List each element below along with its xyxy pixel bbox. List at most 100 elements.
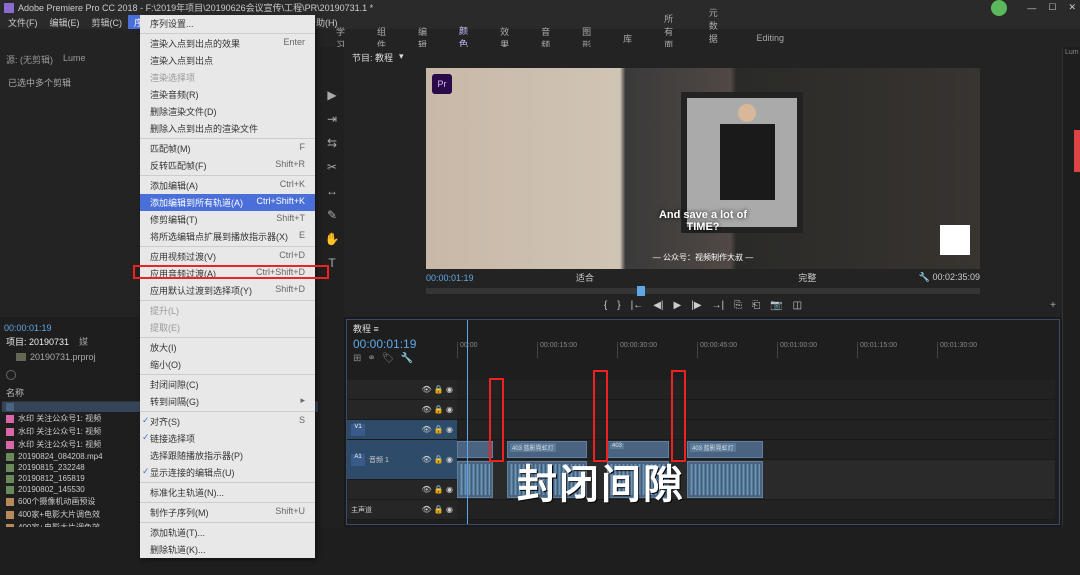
menu-item[interactable]: 删除轨道(K)... bbox=[140, 541, 315, 558]
menu-item[interactable]: 修剪编辑(T)Shift+T bbox=[140, 211, 315, 228]
menu-0[interactable]: 文件(F) bbox=[2, 15, 44, 29]
source-title[interactable]: 源: (无剪辑) bbox=[6, 53, 53, 66]
ruler-tick: 00:01:00:00 bbox=[777, 342, 857, 358]
lumetri-tab[interactable]: Lume bbox=[63, 53, 86, 66]
sequence-tab[interactable]: 教程 bbox=[353, 324, 371, 334]
program-tc-right: 00:02:35:09 bbox=[932, 272, 980, 282]
search-icon[interactable] bbox=[6, 370, 16, 380]
video-clip[interactable] bbox=[457, 441, 493, 458]
marker-icon[interactable]: 🏷 bbox=[382, 353, 395, 364]
link-icon[interactable]: ⚭ bbox=[367, 353, 375, 364]
menu-item[interactable]: 序列设置... bbox=[140, 15, 315, 32]
gap-highlight bbox=[593, 370, 608, 462]
menu-item: 渲染选择项 bbox=[140, 69, 315, 86]
type-tool-icon[interactable]: T bbox=[324, 255, 340, 271]
menu-item[interactable]: 添加编辑到所有轨道(A)Ctrl+Shift+K bbox=[140, 194, 315, 211]
tools-panel: ▶ ⇥ ⇆ ✂ ↔ ✎ ✋ T bbox=[320, 47, 344, 527]
menu-item[interactable]: 封闭间隙(C) bbox=[140, 376, 315, 393]
mark-out-icon[interactable]: } bbox=[617, 300, 620, 311]
menu-item[interactable]: ✓链接选择项 bbox=[140, 430, 315, 447]
track-header[interactable]: 👁 🔒 ◉ bbox=[347, 380, 457, 400]
menu-1[interactable]: 编辑(E) bbox=[44, 15, 86, 29]
name-column[interactable]: 名称 bbox=[6, 386, 146, 399]
track-header[interactable]: 👁 🔒 ◉ bbox=[347, 400, 457, 420]
ripple-tool-icon[interactable]: ⇆ bbox=[324, 135, 340, 151]
menu-item[interactable]: 应用音频过渡(A)Ctrl+Shift+D bbox=[140, 265, 315, 282]
fit-dropdown[interactable]: 适合 bbox=[576, 271, 594, 284]
ruler-tick: 00:00:45:00 bbox=[697, 342, 777, 358]
ruler-tick: 00:00:30:00 bbox=[617, 342, 697, 358]
audio-clip[interactable] bbox=[687, 461, 763, 498]
menu-item[interactable]: 渲染音频(R) bbox=[140, 86, 315, 103]
lift-icon[interactable]: ⎘ bbox=[734, 300, 742, 311]
close-icon[interactable]: ✕ bbox=[1068, 2, 1076, 13]
maximize-icon[interactable]: ☐ bbox=[1048, 2, 1056, 13]
menu-item[interactable]: 放大(I) bbox=[140, 339, 315, 356]
menu-item[interactable]: 选择跟随播放指示器(P) bbox=[140, 447, 315, 464]
tab-menu-icon[interactable]: ▾ bbox=[399, 51, 404, 64]
comparison-icon[interactable]: ◫ bbox=[793, 300, 802, 311]
timeline-playhead[interactable] bbox=[467, 320, 468, 524]
audio-clip[interactable] bbox=[457, 461, 493, 498]
video-caption: And save a lot of TIME? bbox=[426, 209, 980, 233]
snap-icon[interactable]: ⊞ bbox=[353, 353, 361, 364]
step-back-icon[interactable]: ◀| bbox=[653, 300, 663, 311]
workspace-10[interactable]: Editing bbox=[750, 31, 790, 45]
program-tc-left[interactable]: 00:00:01:19 bbox=[426, 273, 474, 283]
menu-item[interactable]: 缩小(O) bbox=[140, 356, 315, 373]
menu-item[interactable]: 添加轨道(T)... bbox=[140, 524, 315, 541]
hand-tool-icon[interactable]: ✋ bbox=[324, 231, 340, 247]
step-fwd-icon[interactable]: |▶ bbox=[691, 300, 701, 311]
track-select-tool-icon[interactable]: ⇥ bbox=[324, 111, 340, 127]
minimize-icon[interactable]: — bbox=[1027, 3, 1036, 13]
program-video[interactable]: Pr And save a lot of TIME? — 公众号：视频制作大叔 … bbox=[426, 68, 980, 269]
time-ruler[interactable]: 00:0000:00:15:0000:00:30:0000:00:45:0000… bbox=[457, 342, 1055, 358]
extract-icon[interactable]: ⎗ bbox=[752, 300, 760, 311]
settings-icon[interactable]: 🔧 bbox=[400, 353, 412, 364]
track-header[interactable]: 👁 🔒 ◉ bbox=[347, 480, 457, 500]
menu-item[interactable]: 渲染入点到出点 bbox=[140, 52, 315, 69]
track-header[interactable]: 主声道👁 🔒 ◉ bbox=[347, 500, 457, 520]
menu-item[interactable]: 转到间隔(G)▸ bbox=[140, 393, 315, 410]
button-editor-icon[interactable]: + bbox=[1050, 300, 1056, 311]
menu-item[interactable]: 添加编辑(A)Ctrl+K bbox=[140, 177, 315, 194]
menu-item[interactable]: 将所选编辑点扩展到播放指示器(X)E bbox=[140, 228, 315, 245]
sync-badge[interactable] bbox=[991, 0, 1007, 16]
wrench-icon[interactable]: 🔧 bbox=[919, 272, 930, 282]
track-header[interactable]: V1👁 🔒 ◉ bbox=[347, 420, 457, 440]
project-tab[interactable]: 项目: 20190731 bbox=[6, 335, 69, 348]
menu-item[interactable]: 渲染入点到出点的效果Enter bbox=[140, 35, 315, 52]
slip-tool-icon[interactable]: ↔ bbox=[324, 183, 340, 199]
menu-item[interactable]: 删除渲染文件(D) bbox=[140, 103, 315, 120]
qr-code bbox=[940, 225, 970, 255]
program-scrubber[interactable] bbox=[426, 288, 980, 294]
quality-dropdown[interactable]: 完整 bbox=[798, 271, 816, 284]
track-header[interactable]: A1音频 1👁 🔒 ◉ bbox=[347, 440, 457, 480]
menu-item[interactable]: 反转匹配帧(F)Shift+R bbox=[140, 157, 315, 174]
menu-item[interactable]: 删除入点到出点的渲染文件 bbox=[140, 120, 315, 137]
go-out-icon[interactable]: →| bbox=[712, 300, 725, 311]
bin-name[interactable]: 20190731.prproj bbox=[30, 352, 96, 362]
media-tab[interactable]: 媒 bbox=[79, 335, 88, 348]
menu-item[interactable]: 应用视频过渡(V)Ctrl+D bbox=[140, 248, 315, 265]
sequence-menu: 序列设置... 渲染入点到出点的效果Enter渲染入点到出点渲染选择项渲染音频(R… bbox=[140, 15, 315, 558]
menu-item[interactable]: 匹配帧(M)F bbox=[140, 140, 315, 157]
menu-item[interactable]: 制作子序列(M)Shift+U bbox=[140, 504, 315, 521]
video-clip[interactable]: 403 蓝影霓虹灯 bbox=[687, 441, 763, 458]
playhead-icon[interactable] bbox=[637, 286, 645, 296]
razor-tool-icon[interactable]: ✂ bbox=[324, 159, 340, 175]
menu-item[interactable]: 应用默认过渡到选择项(Y)Shift+D bbox=[140, 282, 315, 299]
mark-in-icon[interactable]: { bbox=[604, 300, 607, 311]
menu-item[interactable]: ✓对齐(S)S bbox=[140, 413, 315, 430]
menu-item[interactable]: ✓显示连接的编辑点(U) bbox=[140, 464, 315, 481]
program-title[interactable]: 节目: 教程 bbox=[352, 51, 393, 64]
lumetri-panel[interactable]: Lum bbox=[1062, 47, 1080, 527]
go-in-icon[interactable]: |← bbox=[631, 300, 644, 311]
play-icon[interactable]: ▶ bbox=[674, 300, 682, 311]
menu-2[interactable]: 剪辑(C) bbox=[86, 15, 129, 29]
workspace-7[interactable]: 库 bbox=[617, 30, 638, 47]
menu-item[interactable]: 标准化主轨道(N)... bbox=[140, 484, 315, 501]
selection-tool-icon[interactable]: ▶ bbox=[324, 87, 340, 103]
pen-tool-icon[interactable]: ✎ bbox=[324, 207, 340, 223]
export-frame-icon[interactable]: 📷 bbox=[770, 300, 782, 311]
